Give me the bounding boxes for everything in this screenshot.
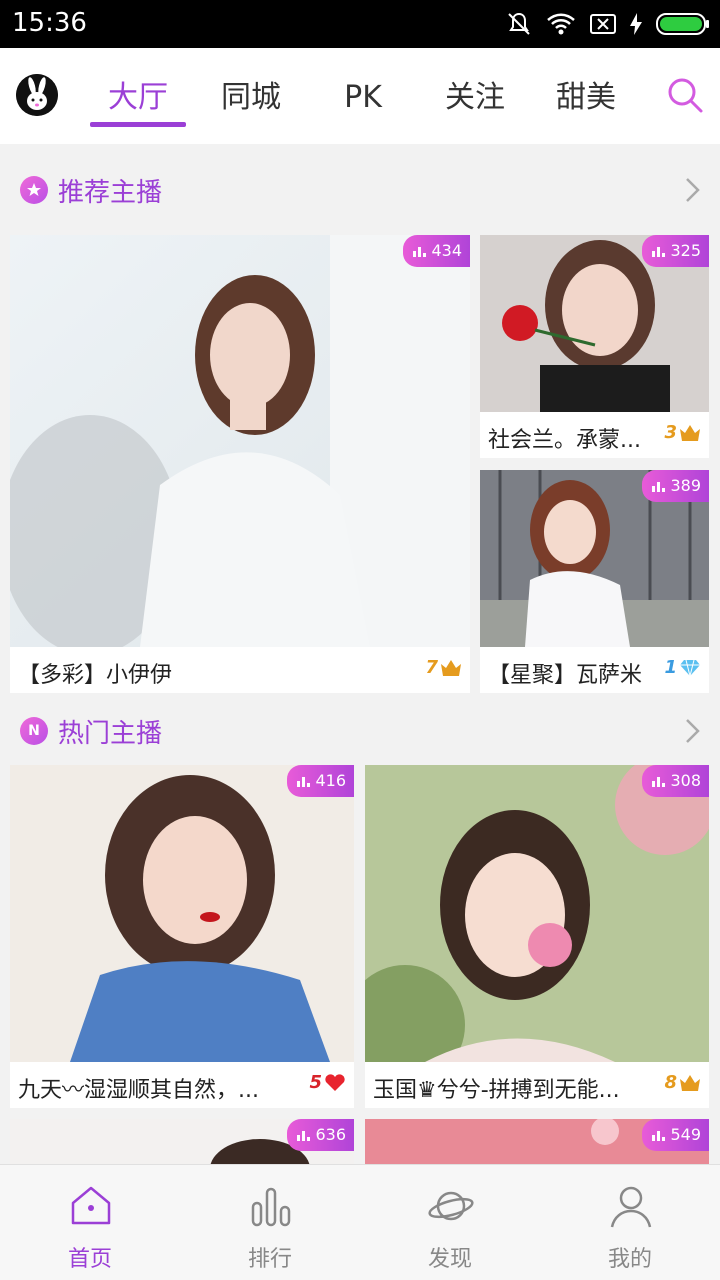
profile-icon bbox=[610, 1186, 652, 1228]
avatar[interactable] bbox=[16, 74, 58, 116]
viewer-count: 389 bbox=[670, 476, 701, 495]
tab-hall[interactable]: 大厅 bbox=[104, 76, 172, 120]
section-header-hot[interactable]: N 热门主播 bbox=[0, 701, 720, 761]
tab-pk[interactable]: PK bbox=[340, 76, 386, 120]
viewer-count: 325 bbox=[670, 241, 701, 260]
streamer-card[interactable]: 549 bbox=[365, 1119, 709, 1164]
chevron-right-icon bbox=[686, 719, 700, 743]
level-value: 3 bbox=[664, 422, 677, 443]
crown-icon bbox=[680, 424, 700, 441]
level-value: 8 bbox=[664, 1072, 677, 1093]
bar-chart-icon bbox=[652, 482, 666, 492]
home-icon bbox=[71, 1186, 111, 1225]
tab-sweet[interactable]: 甜美 bbox=[553, 76, 619, 120]
viewer-count: 549 bbox=[670, 1125, 701, 1144]
bar-chart-icon bbox=[297, 1131, 311, 1141]
bell-muted-icon bbox=[508, 12, 530, 35]
bar-chart-icon bbox=[297, 777, 311, 787]
heart-icon bbox=[325, 1073, 345, 1091]
ranking-icon bbox=[251, 1187, 291, 1227]
nav-discover[interactable]: 发现 bbox=[360, 1165, 540, 1280]
chevron-right-icon bbox=[686, 178, 700, 202]
level-value: 5 bbox=[309, 1072, 322, 1093]
level-badge: 5 bbox=[309, 1072, 346, 1093]
viewer-count: 636 bbox=[315, 1125, 346, 1144]
status-time: 15:36 bbox=[12, 8, 87, 38]
streamer-name: 【多彩】小伊伊 bbox=[18, 663, 173, 688]
crown-icon bbox=[680, 1074, 700, 1091]
active-tab-indicator bbox=[90, 122, 186, 127]
viewer-count-badge: 389 bbox=[642, 470, 709, 502]
card-caption: 【多彩】小伊伊 7 bbox=[10, 647, 470, 693]
viewer-count-badge: 325 bbox=[642, 235, 709, 267]
viewer-count: 308 bbox=[670, 771, 701, 790]
streamer-name: 九天〰湿湿顺其自然，... bbox=[18, 1078, 259, 1103]
streamer-card[interactable]: 325 社会兰。承蒙... 3 bbox=[480, 235, 709, 458]
battery-icon bbox=[656, 13, 709, 35]
nav-home[interactable]: 首页 bbox=[0, 1165, 180, 1280]
level-value: 7 bbox=[425, 657, 438, 678]
status-icons bbox=[506, 10, 710, 38]
section-title: 热门主播 bbox=[58, 719, 163, 749]
viewer-count-badge: 416 bbox=[287, 765, 354, 797]
crown-icon bbox=[441, 659, 461, 676]
viewer-count-badge: 549 bbox=[642, 1119, 709, 1151]
viewer-count-badge: 636 bbox=[287, 1119, 354, 1151]
section-header-recommended[interactable]: 推荐主播 bbox=[0, 160, 720, 220]
sim-off-icon bbox=[590, 14, 616, 34]
level-badge: 8 bbox=[664, 1072, 701, 1093]
card-caption: 玉国♛兮兮-拼搏到无能... 8 bbox=[365, 1062, 709, 1108]
nav-label: 我的 bbox=[607, 1247, 652, 1272]
streamer-name: 社会兰。承蒙... bbox=[488, 428, 641, 453]
viewer-count: 416 bbox=[315, 771, 346, 790]
bar-chart-icon bbox=[652, 777, 666, 787]
streamer-photo bbox=[10, 235, 470, 647]
card-caption: 九天〰湿湿顺其自然，... 5 bbox=[10, 1062, 354, 1108]
n-icon: N bbox=[20, 717, 48, 745]
streamer-name: 【星聚】瓦萨米 bbox=[488, 663, 643, 688]
charging-icon bbox=[630, 13, 642, 35]
streamer-card[interactable]: 389 【星聚】瓦萨米 1 bbox=[480, 470, 709, 693]
card-caption: 社会兰。承蒙... 3 bbox=[480, 412, 709, 458]
status-bar: 15:36 bbox=[0, 0, 720, 48]
diamond-icon bbox=[680, 659, 700, 676]
level-badge: 1 bbox=[664, 657, 701, 678]
streamer-photo bbox=[365, 765, 709, 1062]
bottom-nav: 首页 排行 发现 我的 bbox=[0, 1164, 720, 1280]
card-caption: 【星聚】瓦萨米 1 bbox=[480, 647, 709, 693]
streamer-card[interactable]: 416 九天〰湿湿顺其自然，... 5 bbox=[10, 765, 354, 1108]
streamer-name: 玉国♛兮兮-拼搏到无能... bbox=[373, 1078, 620, 1103]
streamer-card[interactable]: 308 玉国♛兮兮-拼搏到无能... 8 bbox=[365, 765, 709, 1108]
section-title: 推荐主播 bbox=[58, 178, 163, 208]
bar-chart-icon bbox=[652, 247, 666, 257]
nav-label: 排行 bbox=[247, 1247, 292, 1272]
viewer-count-badge: 434 bbox=[403, 235, 470, 267]
planet-icon bbox=[428, 1191, 474, 1221]
nav-label: 首页 bbox=[67, 1247, 112, 1272]
nav-label: 发现 bbox=[427, 1247, 472, 1272]
wifi-icon bbox=[547, 13, 575, 35]
tab-follow[interactable]: 关注 bbox=[442, 76, 508, 120]
viewer-count: 434 bbox=[431, 241, 462, 260]
level-badge: 7 bbox=[425, 657, 462, 678]
nav-profile[interactable]: 我的 bbox=[540, 1165, 720, 1280]
bar-chart-icon bbox=[413, 247, 427, 257]
bunny-logo-icon bbox=[16, 74, 58, 116]
streamer-card[interactable]: 636 bbox=[10, 1119, 354, 1164]
streamer-photo bbox=[10, 765, 354, 1062]
search-icon[interactable] bbox=[666, 76, 704, 114]
streamer-card[interactable]: 434 【多彩】小伊伊 7 bbox=[10, 235, 470, 693]
tab-same-city[interactable]: 同城 bbox=[218, 76, 284, 120]
level-badge: 3 bbox=[664, 422, 701, 443]
viewer-count-badge: 308 bbox=[642, 765, 709, 797]
level-value: 1 bbox=[664, 657, 677, 678]
nav-ranking[interactable]: 排行 bbox=[180, 1165, 360, 1280]
bar-chart-icon bbox=[652, 1131, 666, 1141]
star-icon bbox=[20, 176, 48, 204]
